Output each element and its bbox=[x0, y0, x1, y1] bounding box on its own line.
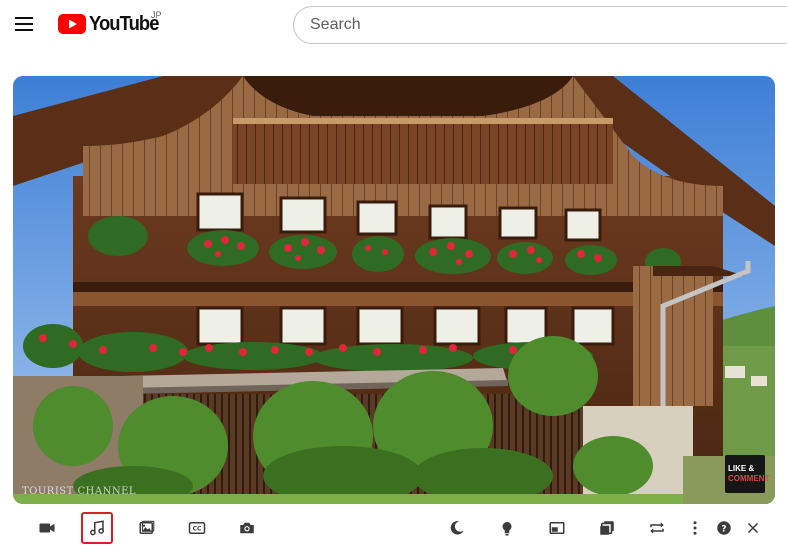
help-icon[interactable]: ? bbox=[708, 512, 740, 544]
repeat-icon[interactable] bbox=[641, 512, 673, 544]
badge-line-2: COMMENT bbox=[728, 474, 770, 483]
moon-glyph bbox=[450, 521, 464, 535]
search-input[interactable] bbox=[294, 7, 787, 43]
video-camera-icon[interactable] bbox=[31, 512, 63, 544]
picture-in-picture-icon[interactable] bbox=[541, 512, 573, 544]
moon-icon[interactable] bbox=[441, 512, 473, 544]
stack-glyph bbox=[600, 521, 614, 535]
lightbulb-icon[interactable] bbox=[491, 512, 523, 544]
youtube-logo[interactable]: YouTube JP bbox=[58, 10, 165, 38]
svg-text:CC: CC bbox=[193, 526, 202, 533]
logo-region: JP bbox=[151, 10, 162, 20]
like-comment-badge: LIKE & COMMENT bbox=[725, 455, 770, 493]
youtube-play-icon bbox=[58, 14, 86, 34]
video-camera-glyph bbox=[39, 523, 55, 533]
logo-text: YouTube bbox=[89, 12, 159, 35]
picture-in-picture-glyph bbox=[549, 522, 565, 534]
more-vertical-glyph bbox=[693, 521, 697, 535]
close-icon[interactable] bbox=[737, 512, 769, 544]
lightbulb-glyph bbox=[502, 522, 512, 536]
hamburger-menu-icon[interactable] bbox=[13, 14, 35, 34]
search-box[interactable] bbox=[293, 6, 787, 44]
close-glyph bbox=[747, 522, 759, 534]
closed-captions-glyph: CC bbox=[188, 522, 206, 534]
video-watermark: TOURIST CHANNEL bbox=[22, 486, 137, 497]
camera-icon[interactable] bbox=[231, 512, 263, 544]
stack-icon[interactable] bbox=[591, 512, 623, 544]
help-glyph: ? bbox=[717, 521, 731, 535]
svg-text:?: ? bbox=[721, 524, 726, 534]
music-note-icon[interactable] bbox=[81, 512, 113, 544]
repeat-glyph bbox=[650, 522, 664, 534]
video-frame bbox=[13, 76, 775, 504]
badge-line-1: LIKE & bbox=[728, 464, 755, 473]
more-vertical-icon[interactable] bbox=[679, 512, 711, 544]
camera-glyph bbox=[240, 522, 254, 534]
closed-captions-icon[interactable]: CC bbox=[181, 512, 213, 544]
image-icon[interactable] bbox=[131, 512, 163, 544]
player-toolbar: CC ? bbox=[0, 510, 787, 546]
top-header: YouTube JP bbox=[0, 0, 787, 50]
music-note-glyph bbox=[90, 520, 104, 536]
video-player[interactable] bbox=[13, 76, 775, 504]
image-glyph bbox=[139, 520, 155, 534]
